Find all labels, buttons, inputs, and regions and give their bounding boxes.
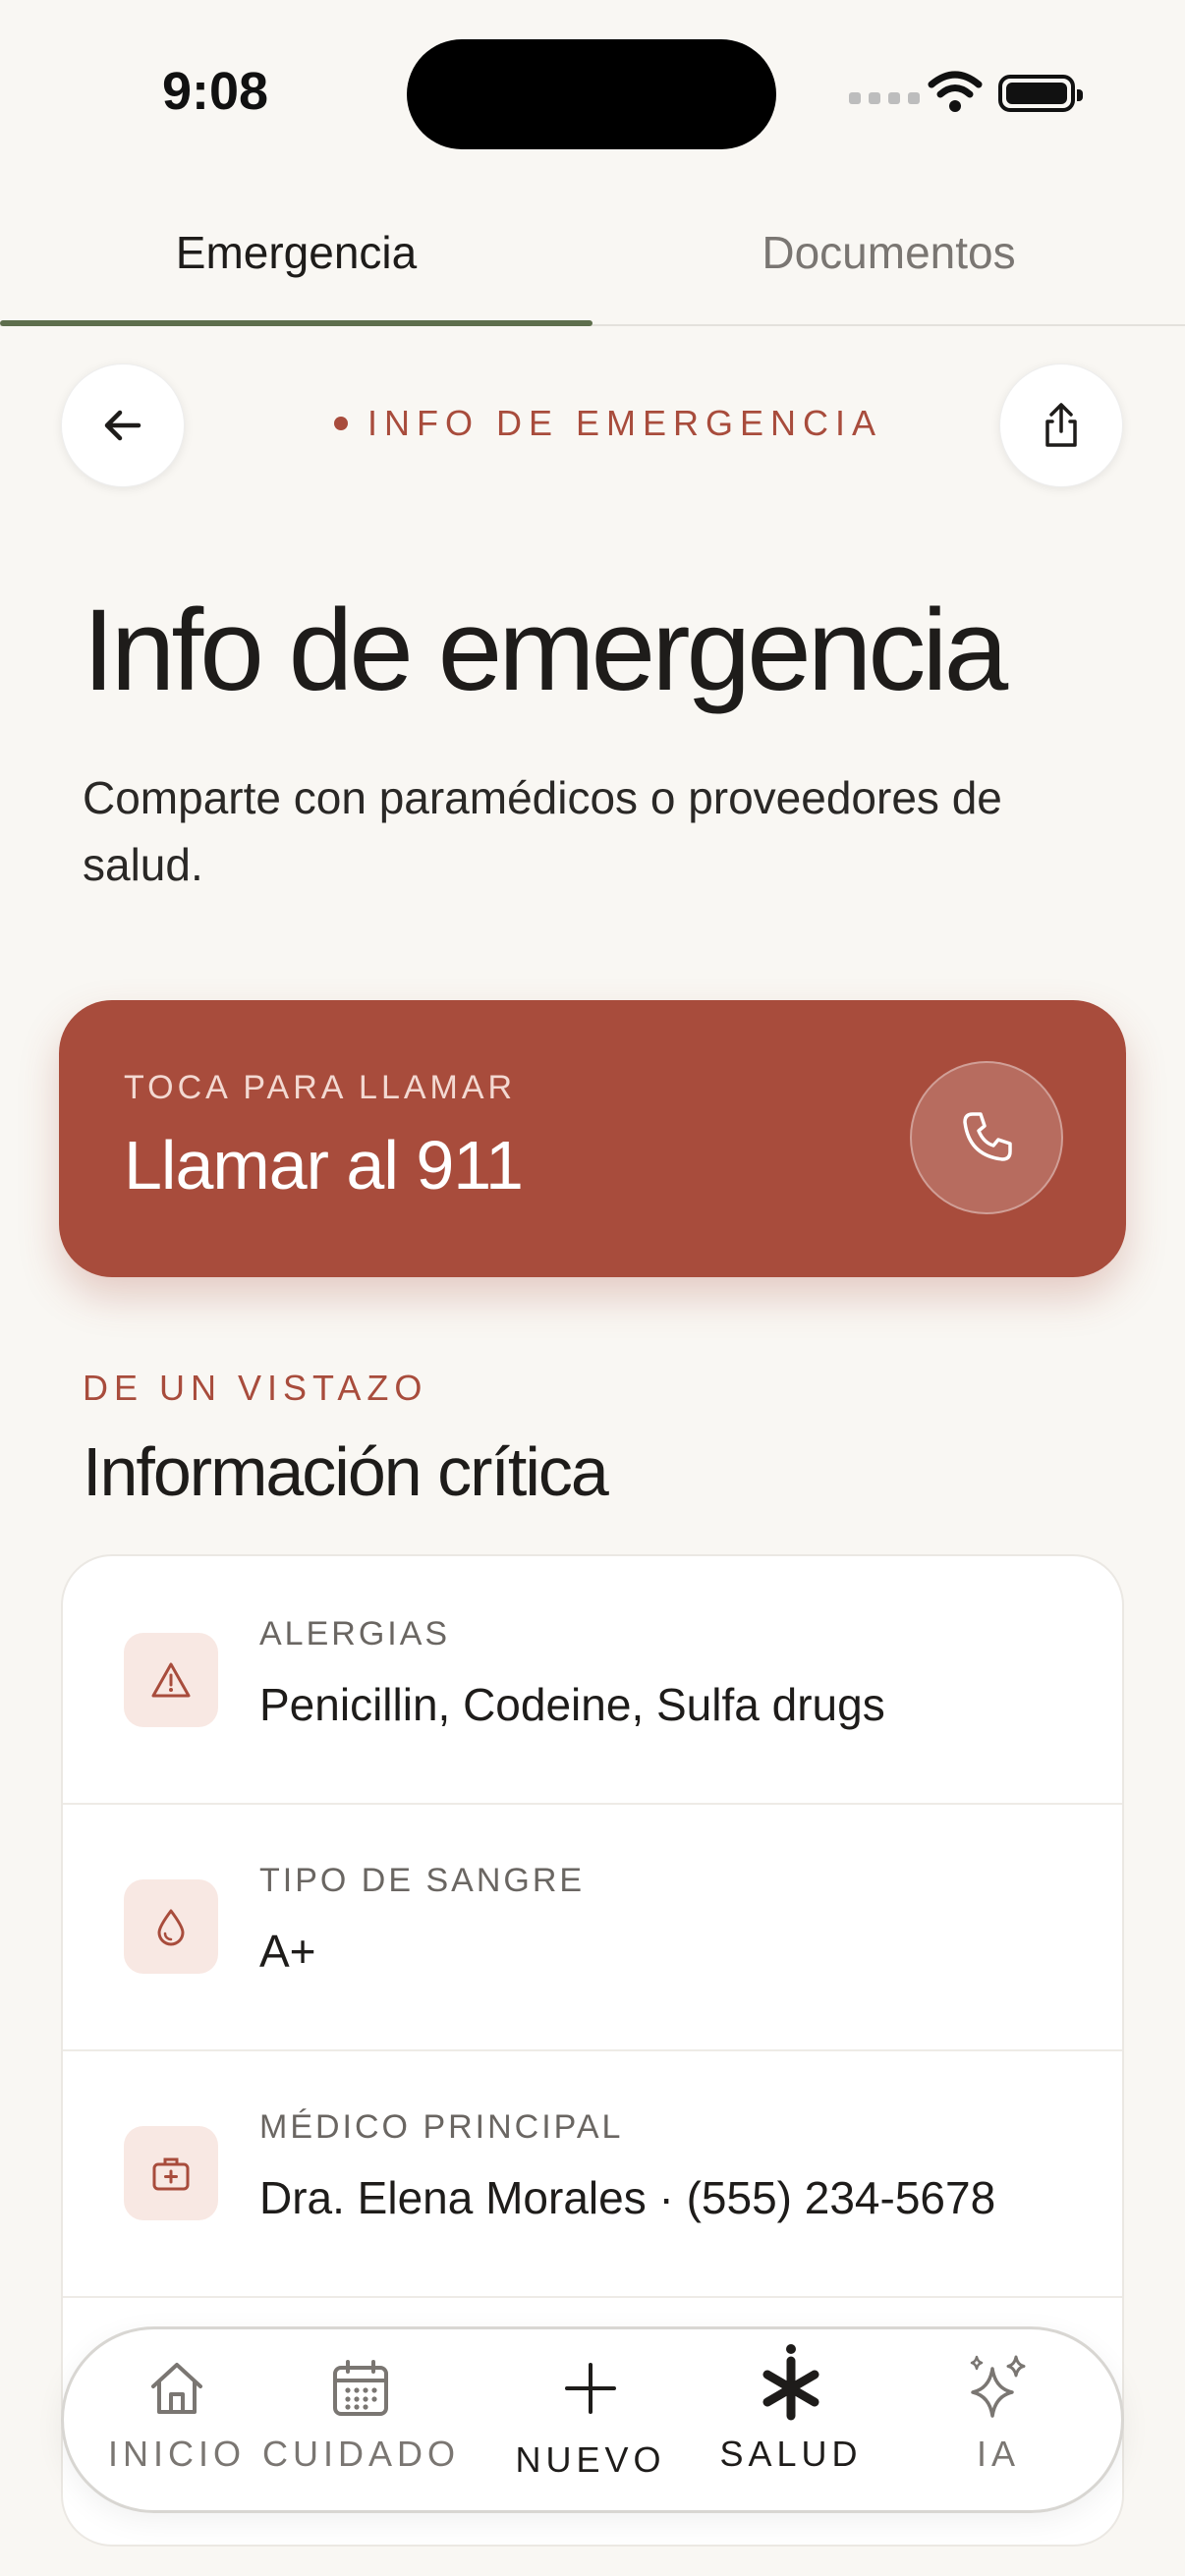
section-eyebrow: DE UN VISTAZO xyxy=(83,1368,428,1408)
nav-item-ia[interactable]: IA xyxy=(900,2347,1097,2475)
tab-documentos[interactable]: Documentos xyxy=(592,226,1185,279)
calendar-icon xyxy=(333,2360,388,2416)
blood-drop-icon xyxy=(124,1879,218,1974)
active-tab-indicator xyxy=(0,320,592,326)
nav-item-salud[interactable]: SALUD xyxy=(693,2344,889,2475)
page-subtitle: Comparte con paramédicos o proveedores d… xyxy=(83,772,1002,890)
section-title: Información crítica xyxy=(83,1433,609,1510)
header-eyebrow-text: INFO DE EMERGENCIA xyxy=(367,403,883,443)
page-title: Info de emergencia xyxy=(83,586,1008,715)
primary-doctor-value[interactable]: Dra. Elena Morales · (555) 234-5678 xyxy=(259,2171,995,2224)
nav-item-inicio[interactable]: INICIO xyxy=(79,2347,275,2475)
blood-type-label: TIPO DE SANGRE xyxy=(259,1862,586,1899)
nav-label-nuevo: NUEVO xyxy=(515,2439,666,2480)
status-dot xyxy=(334,417,348,430)
header-eyebrow: INFO DE EMERGENCIA xyxy=(334,403,882,444)
call-card-label: TOCA PARA LLAMAR xyxy=(124,1069,517,1106)
blood-type-value: A+ xyxy=(259,1926,316,1977)
tab-emergencia[interactable]: Emergencia xyxy=(0,226,592,279)
bottom-nav: INICIO CUIDADO NUEVO SALUD IA xyxy=(61,2326,1124,2513)
list-item-primary-doctor: MÉDICO PRINCIPAL Dra. Elena Morales · (5… xyxy=(63,2049,1122,2298)
list-item-allergies: ALERGIAS Penicillin, Codeine, Sulfa drug… xyxy=(63,1556,1122,1805)
cellular-signal-icon xyxy=(849,92,920,104)
medical-kit-icon xyxy=(124,2126,218,2220)
share-button[interactable] xyxy=(999,364,1123,487)
nav-item-nuevo[interactable]: NUEVO xyxy=(492,2347,689,2481)
segmented-tabs: Emergencia Documentos xyxy=(0,187,1185,326)
call-card-title: Llamar al 911 xyxy=(124,1127,524,1204)
warning-icon xyxy=(124,1633,218,1727)
primary-doctor-label: MÉDICO PRINCIPAL xyxy=(259,2108,624,2146)
arrow-left-icon xyxy=(104,410,141,441)
nav-label-ia: IA xyxy=(976,2434,1020,2474)
allergies-value: Penicillin, Codeine, Sulfa drugs xyxy=(259,1679,885,1730)
phone-icon xyxy=(910,1061,1063,1214)
nav-label-cuidado: CUIDADO xyxy=(262,2434,461,2474)
home-icon xyxy=(151,2363,202,2414)
allergies-label: ALERGIAS xyxy=(259,1615,451,1652)
wifi-icon xyxy=(928,71,983,112)
call-911-button[interactable]: TOCA PARA LLAMAR Llamar al 911 xyxy=(59,1000,1126,1277)
dynamic-island xyxy=(407,39,776,149)
share-icon xyxy=(1045,403,1077,447)
status-time: 9:08 xyxy=(162,62,269,121)
nav-item-cuidado[interactable]: CUIDADO xyxy=(262,2347,459,2475)
nav-label-inicio: INICIO xyxy=(107,2434,246,2474)
list-item-blood-type: TIPO DE SANGRE A+ xyxy=(63,1803,1122,2051)
battery-icon xyxy=(998,75,1083,112)
sparkles-icon xyxy=(970,2355,1026,2418)
nav-label-salud: SALUD xyxy=(719,2434,863,2474)
asterisk-icon xyxy=(762,2344,819,2421)
plus-icon xyxy=(565,2363,616,2414)
back-button[interactable] xyxy=(61,364,185,487)
